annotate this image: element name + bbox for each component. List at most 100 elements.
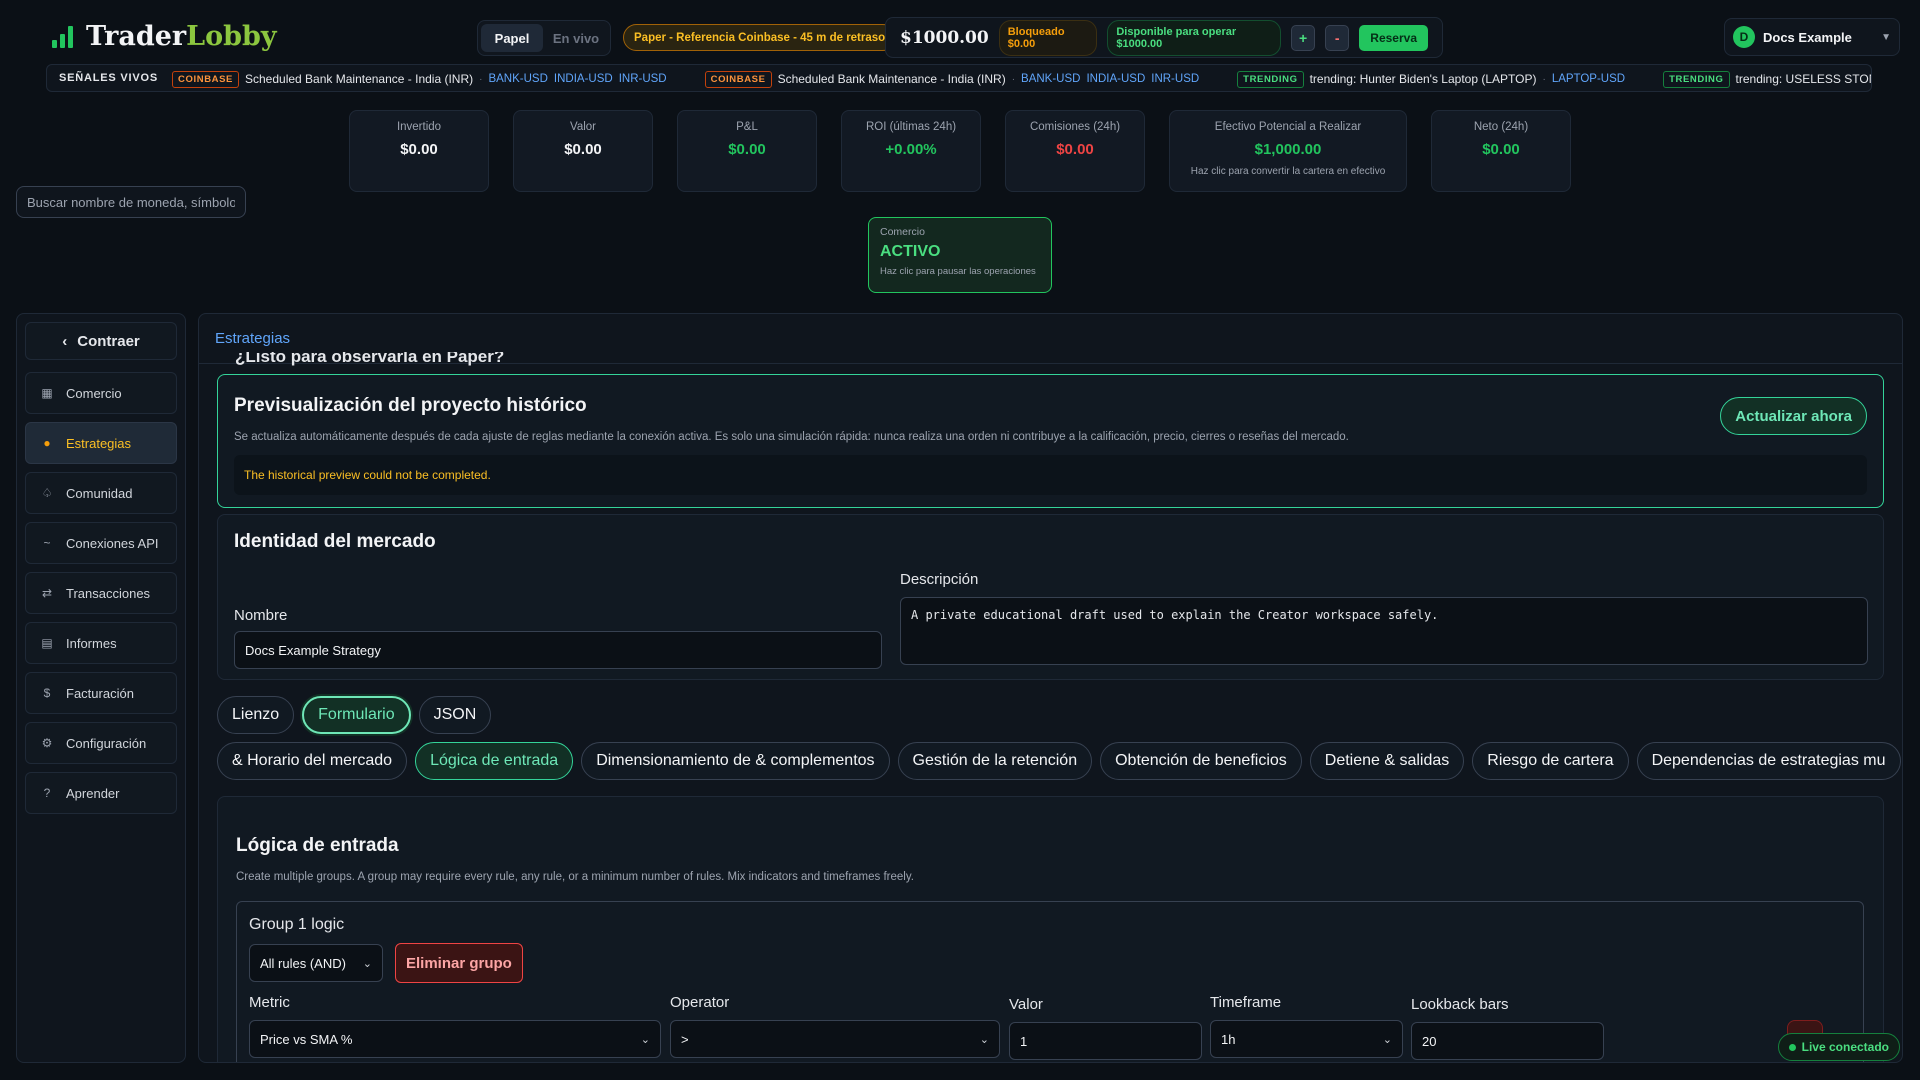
nav-icon: ? (43, 786, 51, 800)
section-tab[interactable]: Riesgo de cartera (1472, 742, 1629, 780)
trade-label: Comercio (880, 226, 925, 238)
stat-card[interactable]: Efectivo Potencial a Realizar $1,000.00 Ha… (1169, 110, 1407, 192)
stat-card: Valor $0.00 (513, 110, 653, 192)
avatar: D (1733, 26, 1755, 48)
user-menu[interactable]: D Docs Example ▼ (1724, 18, 1900, 56)
section-tab[interactable]: Gestión de la retención (897, 742, 1093, 780)
section-tab[interactable]: Detiene & salidas (1309, 742, 1465, 780)
ticker-item[interactable]: COINBASE Scheduled Bank Maintenance - Ind… (172, 70, 667, 88)
view-tab[interactable]: Formulario (302, 696, 411, 734)
value-label: Valor (1009, 996, 1043, 1013)
blocked-badge: Bloqueado $0.00 (998, 19, 1098, 56)
section-tab[interactable]: Obtención de beneficios (1100, 742, 1302, 780)
strategy-name-input[interactable]: Docs Example Strategy (234, 631, 882, 669)
reserve-button[interactable]: Reserva (1359, 24, 1429, 51)
operator-label: Operator (670, 994, 730, 1011)
separator-dot: · (1542, 73, 1546, 85)
add-funds-button[interactable]: + (1291, 24, 1316, 51)
paper-reference-badge: Paper - Referencia Coinbase - 45 m de re… (623, 24, 897, 51)
group-mode-select[interactable]: All rules (AND) ⌄ (249, 944, 383, 982)
lookback-input[interactable]: 20 (1411, 1022, 1604, 1060)
symbol-link[interactable]: BANK-USD (488, 73, 547, 85)
operator-select[interactable]: > ⌄ (670, 1020, 1000, 1058)
balance-bar: $1000.00 Bloqueado $0.00 Disponible para… (885, 17, 1443, 58)
sidebar-item-facturación[interactable]: $ Facturación (25, 672, 177, 714)
sidebar-item-conexiones-api[interactable]: ~ Conexiones API (25, 522, 177, 564)
preview-title: Previsualización del proyecto histórico (234, 395, 587, 416)
stat-note: Haz clic para convertir la cartera en ef… (1190, 166, 1386, 177)
ticker-item[interactable]: COINBASE Scheduled Bank Maintenance - Ind… (704, 70, 1199, 88)
description-textarea[interactable]: A private educational draft used to expl… (900, 597, 1868, 665)
nav-icon: ♤ (41, 486, 53, 500)
logo[interactable]: TraderLobby (52, 18, 277, 54)
mode-live-button[interactable]: En vivo (545, 24, 607, 52)
symbol-link[interactable]: INDIA-USD (1086, 73, 1145, 85)
stat-value: $1,000.00 (1254, 141, 1322, 158)
sidebar: ‹ Contraer ▦ Comercio ● Estrategias ♤ Comunid… (16, 313, 186, 1063)
nav-icon: ⚙ (41, 736, 53, 750)
value-input[interactable]: 1 (1009, 1022, 1202, 1060)
sidebar-item-estrategias[interactable]: ● Estrategias (25, 422, 177, 464)
sidebar-item-configuración[interactable]: ⚙ Configuración (25, 722, 177, 764)
stat-card: Comisiones (24h) $0.00 (1005, 110, 1145, 192)
section-tab[interactable]: Lógica de entrada (415, 742, 574, 780)
sidebar-item-label: Configuración (66, 735, 147, 751)
symbol-link[interactable]: INR-USD (1151, 73, 1199, 85)
separator-dot: · (1011, 73, 1016, 85)
sidebar-item-label: Aprender (66, 785, 120, 801)
coin-search-input[interactable] (16, 186, 246, 218)
stat-value: $0.00 (1482, 141, 1520, 158)
symbol-link[interactable]: INR-USD (619, 73, 667, 85)
entry-logic-card: Lógica de entrada Create multiple groups… (217, 796, 1884, 1062)
timeframe-select[interactable]: 1h ⌄ (1210, 1020, 1403, 1058)
section-tab[interactable]: Dimensionamiento de & complementos (581, 742, 890, 780)
live-signals-ticker: SEÑALES VIVOS COINBASE Scheduled Bank Mai… (46, 64, 1872, 92)
mode-paper-button[interactable]: Papel (481, 24, 543, 52)
market-identity-card: Identidad del mercado Nombre Docs Exampl… (217, 514, 1884, 680)
symbol-link[interactable]: BANK-USD (1021, 73, 1080, 85)
delete-group-button[interactable]: Eliminar grupo (395, 943, 523, 983)
view-tab[interactable]: JSON (418, 696, 492, 734)
timeframe-label: Timeframe (1210, 994, 1282, 1011)
stat-label: ROI (últimas 24h) (865, 121, 957, 133)
ticker-text: Scheduled Bank Maintenance - India (INR) (245, 72, 474, 86)
stat-label: Efectivo Potencial a Realizar (1214, 121, 1362, 133)
section-tab[interactable]: & Horario del mercado (217, 742, 408, 780)
stat-label: Valor (570, 121, 596, 133)
nav-icon: ⇄ (41, 586, 53, 600)
sidebar-item-transacciones[interactable]: ⇄ Transacciones (25, 572, 177, 614)
chevron-down-icon: ⌄ (979, 1033, 989, 1046)
source-badge: COINBASE (704, 70, 772, 88)
collapse-button[interactable]: ‹ Contraer (25, 322, 177, 360)
sidebar-item-informes[interactable]: ▤ Informes (25, 622, 177, 664)
user-name: Docs Example (1763, 29, 1852, 45)
name-label: Nombre (234, 607, 288, 624)
view-tab[interactable]: Lienzo (217, 696, 295, 734)
chevron-left-icon: ‹ (62, 332, 68, 350)
refresh-now-button[interactable]: Actualizar ahora (1720, 397, 1867, 435)
symbol-link[interactable]: INDIA-USD (554, 73, 613, 85)
main-panel: Estrategias ¿Listo para observarla en Pa… (198, 313, 1903, 1063)
ticker-item[interactable]: TRENDING trending: USELESS STONK (STON (1663, 70, 1871, 88)
stat-label: Comisiones (24h) (1029, 121, 1121, 133)
stat-card: Neto (24h) $0.00 (1431, 110, 1571, 192)
ticker-item[interactable]: TRENDING trending: Hunter Biden's Laptop … (1237, 70, 1625, 88)
ticker-text: trending: USELESS STONK (STON (1735, 72, 1871, 86)
sidebar-item-comunidad[interactable]: ♤ Comunidad (25, 472, 177, 514)
stat-value: $0.00 (564, 141, 602, 158)
paper-ready-heading: ¿Listo para observarla en Paper? (235, 352, 505, 366)
stat-card: Invertido $0.00 (349, 110, 489, 192)
lookback-label: Lookback bars (1411, 996, 1509, 1013)
remove-funds-button[interactable]: - (1325, 24, 1350, 51)
available-badge: Disponible para operar $1000.00 (1107, 19, 1282, 56)
symbol-link[interactable]: LAPTOP-USD (1552, 73, 1625, 85)
sidebar-item-aprender[interactable]: ? Aprender (25, 772, 177, 814)
trading-status-toggle[interactable]: Comercio ACTIVO Haz clic para pausar las… (868, 217, 1052, 293)
section-tab[interactable]: Dependencias de estrategias mu (1636, 742, 1901, 780)
stat-value: +0.00% (885, 141, 937, 158)
nav-icon: ~ (43, 536, 51, 550)
stat-value: $0.00 (1056, 141, 1094, 158)
ticker-label: SEÑALES VIVOS (59, 72, 159, 84)
metric-select[interactable]: Price vs SMA % ⌄ (249, 1020, 661, 1058)
sidebar-item-comercio[interactable]: ▦ Comercio (25, 372, 177, 414)
